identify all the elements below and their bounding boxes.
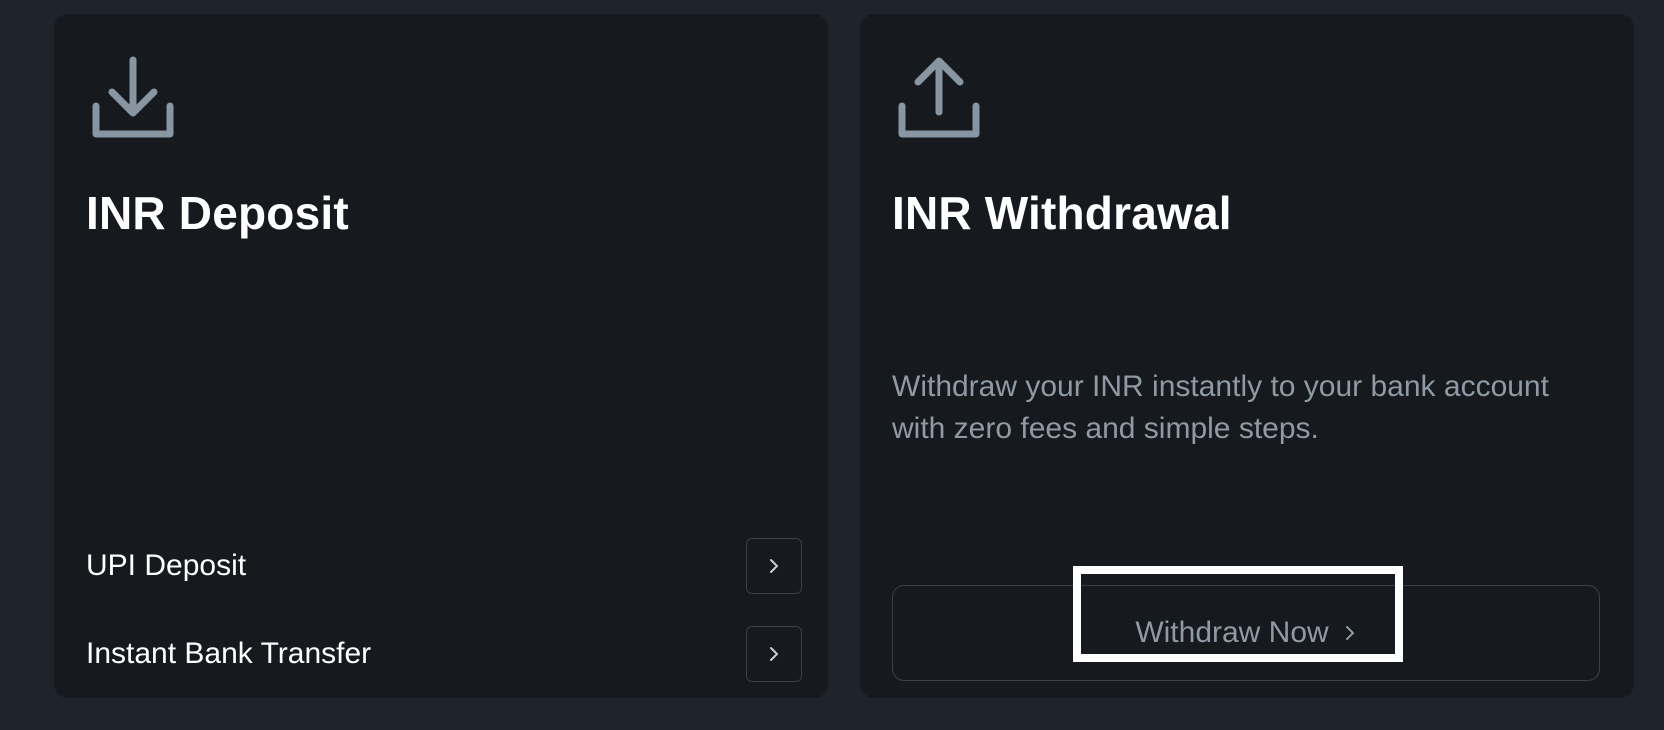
withdraw-now-label: Withdraw Now (1135, 616, 1329, 649)
upi-deposit-label: UPI Deposit (86, 549, 247, 582)
instant-bank-transfer-option[interactable]: Instant Bank Transfer (86, 626, 802, 682)
instant-bank-transfer-label: Instant Bank Transfer (86, 637, 372, 670)
upi-deposit-option[interactable]: UPI Deposit (86, 538, 802, 594)
inr-withdrawal-card: INR Withdrawal Withdraw your INR instant… (860, 14, 1634, 698)
chevron-right-icon[interactable] (746, 626, 802, 682)
withdrawal-title: INR Withdrawal (892, 187, 1232, 239)
withdraw-now-button[interactable]: Withdraw Now (892, 585, 1600, 681)
chevron-right-icon (1345, 626, 1354, 640)
download-icon (90, 50, 176, 150)
inr-deposit-card: INR Deposit UPI Deposit Instant Bank Tra… (54, 14, 828, 698)
withdrawal-description: Withdraw your INR instantly to your bank… (892, 370, 1549, 445)
deposit-title: INR Deposit (86, 187, 349, 239)
upload-icon (896, 50, 982, 150)
chevron-right-icon[interactable] (746, 538, 802, 594)
